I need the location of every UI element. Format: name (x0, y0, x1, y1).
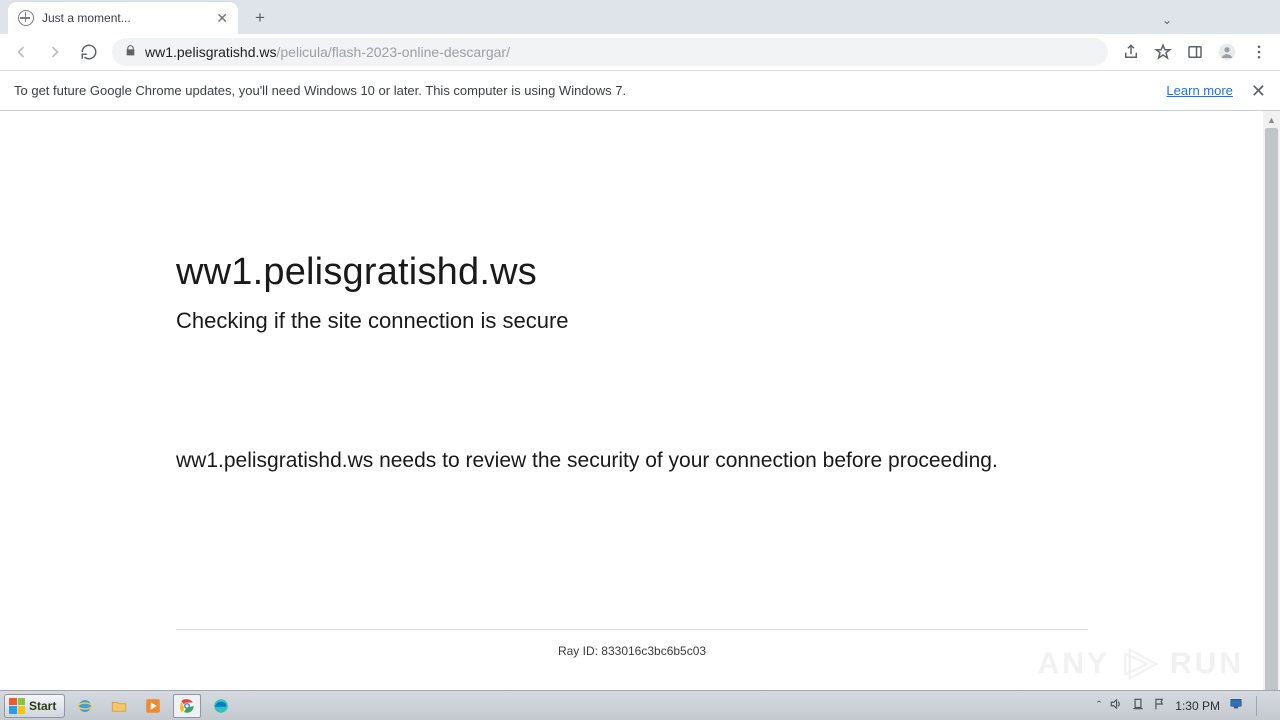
infobar-close-button[interactable]: ✕ (1251, 82, 1266, 100)
vertical-scrollbar[interactable]: ▲ ▼ (1263, 111, 1280, 720)
profile-button[interactable] (1212, 37, 1242, 67)
page-viewport: ww1.pelisgratishd.ws Checking if the sit… (0, 111, 1280, 720)
tray-clock[interactable]: 1:30 PM (1175, 699, 1220, 713)
tray-flag-icon[interactable] (1153, 697, 1167, 714)
bookmark-button[interactable] (1148, 37, 1178, 67)
ray-id: Ray ID: 833016c3bc6b5c03 (176, 644, 1088, 658)
system-tray: ˆ 1:30 PM (1097, 696, 1276, 716)
side-panel-button[interactable] (1180, 37, 1210, 67)
show-desktop-button[interactable] (1256, 696, 1272, 716)
taskbar-media-icon[interactable] (139, 694, 167, 718)
tab-close-button[interactable]: ✕ (216, 11, 228, 25)
divider (176, 629, 1088, 630)
back-button[interactable] (6, 37, 36, 67)
infobar-message: To get future Google Chrome updates, you… (14, 83, 1166, 98)
windows-flag-icon (9, 698, 25, 714)
chrome-menu-button[interactable] (1244, 37, 1274, 67)
reload-button[interactable] (74, 37, 104, 67)
browser-toolbar: ww1.pelisgratishd.ws/pelicula/flash-2023… (0, 34, 1280, 71)
play-icon (1118, 642, 1162, 686)
taskbar-explorer-icon[interactable] (105, 694, 133, 718)
page-body-text: ww1.pelisgratishd.ws needs to review the… (176, 444, 1076, 479)
windows-taskbar: Start ˆ 1:30 PM (0, 690, 1280, 720)
tab-title: Just a moment... (42, 11, 208, 25)
forward-button[interactable] (40, 37, 70, 67)
share-button[interactable] (1116, 37, 1146, 67)
tray-volume-icon[interactable] (1109, 697, 1123, 714)
page-subheading: Checking if the site connection is secur… (176, 308, 1090, 334)
url-text: ww1.pelisgratishd.ws/pelicula/flash-2023… (145, 44, 510, 60)
scroll-up-button[interactable]: ▲ (1263, 111, 1280, 128)
lock-icon (124, 44, 137, 60)
tray-monitor-icon[interactable] (1228, 697, 1244, 714)
taskbar-ie-icon[interactable] (71, 694, 99, 718)
new-tab-button[interactable]: + (246, 4, 274, 32)
tray-expand-icon[interactable]: ˆ (1097, 698, 1101, 713)
tab-search-chevron-icon[interactable]: ⌄ (1162, 13, 1172, 27)
taskbar-chrome-icon[interactable] (173, 694, 201, 718)
page-heading: ww1.pelisgratishd.ws (176, 251, 1090, 294)
learn-more-link[interactable]: Learn more (1166, 83, 1232, 98)
address-bar[interactable]: ww1.pelisgratishd.ws/pelicula/flash-2023… (112, 38, 1108, 66)
browser-tab[interactable]: Just a moment... ✕ (8, 2, 238, 34)
tab-strip: Just a moment... ✕ + ⌄ (0, 0, 1280, 34)
globe-icon (18, 10, 34, 26)
scroll-thumb[interactable] (1265, 128, 1278, 703)
start-button[interactable]: Start (4, 694, 65, 718)
tray-network-icon[interactable] (1131, 697, 1145, 714)
taskbar-edge-icon[interactable] (207, 694, 235, 718)
update-infobar: To get future Google Chrome updates, you… (0, 71, 1280, 111)
